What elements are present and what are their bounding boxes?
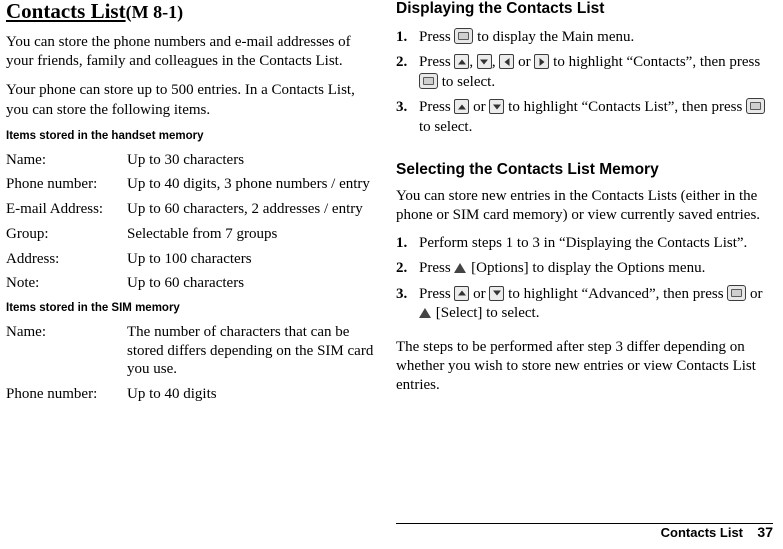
right-paragraph-2: The steps to be performed after step 3 d… xyxy=(396,338,756,393)
manual-page: Contacts List(M 8-1) You can store the p… xyxy=(0,0,783,549)
center-key-icon xyxy=(727,284,747,301)
or-word-4: or xyxy=(750,285,763,302)
step-number: 1. xyxy=(396,28,408,45)
row-value: Up to 60 characters xyxy=(127,275,245,292)
center-key-icon xyxy=(454,27,474,44)
list-item: 1. Press to display the Main menu. xyxy=(396,27,768,48)
center-key-icon xyxy=(746,98,766,115)
table-row: Phone number: Up to 40 digits xyxy=(6,382,378,407)
step-number: 2. xyxy=(396,54,408,71)
row-key: Name: xyxy=(6,323,46,340)
step-number: 3. xyxy=(396,285,408,302)
section-heading-displaying: Displaying the Contacts List xyxy=(396,0,605,17)
comma-2: , xyxy=(491,54,496,71)
list-item: 3. Press or to highlight “Advanced”, the… xyxy=(396,284,768,324)
row-key: Note: xyxy=(6,275,40,292)
row-value: The number of characters that can be sto… xyxy=(127,323,374,378)
table-row: Group: Selectable from 7 groups xyxy=(6,222,378,247)
row-value: Up to 40 digits, 3 phone numbers / entry xyxy=(127,176,370,193)
step-text-pre: Press xyxy=(419,260,451,276)
row-key: Name: xyxy=(6,151,46,168)
row-value: Up to 60 characters, 2 addresses / entry xyxy=(127,201,363,218)
step-text-post: [Options] to display the Options menu. xyxy=(471,260,706,276)
step-text-post: to highlight “Contacts”, then press xyxy=(553,54,761,71)
table-row: Address: Up to 100 characters xyxy=(6,247,378,272)
step-text-tail: to select. xyxy=(441,73,496,90)
step-text-post: to highlight “Advanced”, then press xyxy=(508,285,724,302)
list-item: 2. Press [Options] to display the Option… xyxy=(396,259,768,279)
down-arrow-key-icon xyxy=(489,99,505,115)
footer-divider xyxy=(396,523,773,524)
left-paragraph-2: Your phone can store up to 500 entries. … xyxy=(6,82,355,118)
row-value: Selectable from 7 groups xyxy=(127,225,278,242)
table-row: Name: Up to 30 characters xyxy=(6,148,378,173)
page-title: Contacts List(M 8-1) xyxy=(6,0,378,23)
right-paragraph-1: You can store new entries in the Contact… xyxy=(396,188,761,224)
comma-1: , xyxy=(469,54,474,71)
up-arrow-key-icon xyxy=(454,54,470,70)
row-key: Address: xyxy=(6,250,60,267)
list-item: 1. Perform steps 1 to 3 in “Displaying t… xyxy=(396,234,768,254)
footer-page-number: 37 xyxy=(757,524,773,540)
row-value: Up to 30 characters xyxy=(127,151,245,168)
step-text-pre: Press xyxy=(419,28,451,45)
or-word-2: or xyxy=(473,99,486,116)
table-row: E-mail Address: Up to 60 characters, 2 a… xyxy=(6,197,378,222)
step-text-pre: Press xyxy=(419,54,451,71)
or-word-1: or xyxy=(518,54,531,71)
left-arrow-key-icon xyxy=(499,54,515,70)
step-number: 2. xyxy=(396,260,408,276)
steps-displaying: 1. Press to display the Main menu. 2. Pr… xyxy=(396,27,768,138)
left-column: Contacts List(M 8-1) You can store the p… xyxy=(6,0,378,407)
sim-memory-table: Name: The number of characters that can … xyxy=(6,320,378,407)
page-title-text: Contacts List xyxy=(6,0,126,23)
row-key: Phone number: xyxy=(6,386,98,403)
down-arrow-key-icon xyxy=(489,285,505,301)
left-softkey-icon xyxy=(454,261,467,274)
center-key-icon xyxy=(419,72,438,89)
sim-memory-label: Items stored in the SIM memory xyxy=(6,302,180,315)
row-key: E-mail Address: xyxy=(6,201,104,218)
handset-memory-label: Items stored in the handset memory xyxy=(6,129,204,142)
step-text-tail: [Select] to select. xyxy=(435,305,540,321)
up-arrow-key-icon xyxy=(454,285,470,301)
row-value: Up to 100 characters xyxy=(127,250,252,267)
list-item: 3. Press or to highlight “Contacts List”… xyxy=(396,98,768,137)
step-number: 1. xyxy=(396,234,408,251)
right-column: Displaying the Contacts List 1. Press to… xyxy=(396,0,768,395)
footer-title: Contacts List xyxy=(660,525,743,540)
left-softkey-icon xyxy=(419,306,432,319)
left-paragraph-1: You can store the phone numbers and e-ma… xyxy=(6,34,351,70)
row-key: Phone number: xyxy=(6,176,98,193)
step-text-tail: to select. xyxy=(419,118,473,135)
step-text-pre: Press xyxy=(419,99,451,116)
step-text-post: to highlight “Contacts List”, then press xyxy=(508,99,743,116)
step-number: 3. xyxy=(396,99,408,116)
list-item: 2. Press , , or to highlight “Contacts”,… xyxy=(396,53,768,92)
row-value: Up to 40 digits xyxy=(127,386,217,403)
page-title-suffix: (M 8-1) xyxy=(125,2,184,22)
step-text: Perform steps 1 to 3 in “Displaying the … xyxy=(419,234,748,251)
up-arrow-key-icon xyxy=(454,99,470,115)
step-text-pre: Press xyxy=(419,285,451,302)
step-text-post: to display the Main menu. xyxy=(477,28,635,45)
row-key: Group: xyxy=(6,225,49,242)
table-row: Note: Up to 60 characters xyxy=(6,271,378,296)
or-word-3: or xyxy=(473,285,486,302)
table-row: Phone number: Up to 40 digits, 3 phone n… xyxy=(6,172,378,197)
page-footer: Contacts List 37 xyxy=(0,523,783,545)
handset-memory-table: Name: Up to 30 characters Phone number: … xyxy=(6,148,378,297)
table-row: Name: The number of characters that can … xyxy=(6,320,378,382)
right-arrow-key-icon xyxy=(534,54,550,70)
steps-selecting: 1. Perform steps 1 to 3 in “Displaying t… xyxy=(396,234,768,324)
down-arrow-key-icon xyxy=(476,54,492,70)
section-heading-selecting: Selecting the Contacts List Memory xyxy=(396,161,659,179)
